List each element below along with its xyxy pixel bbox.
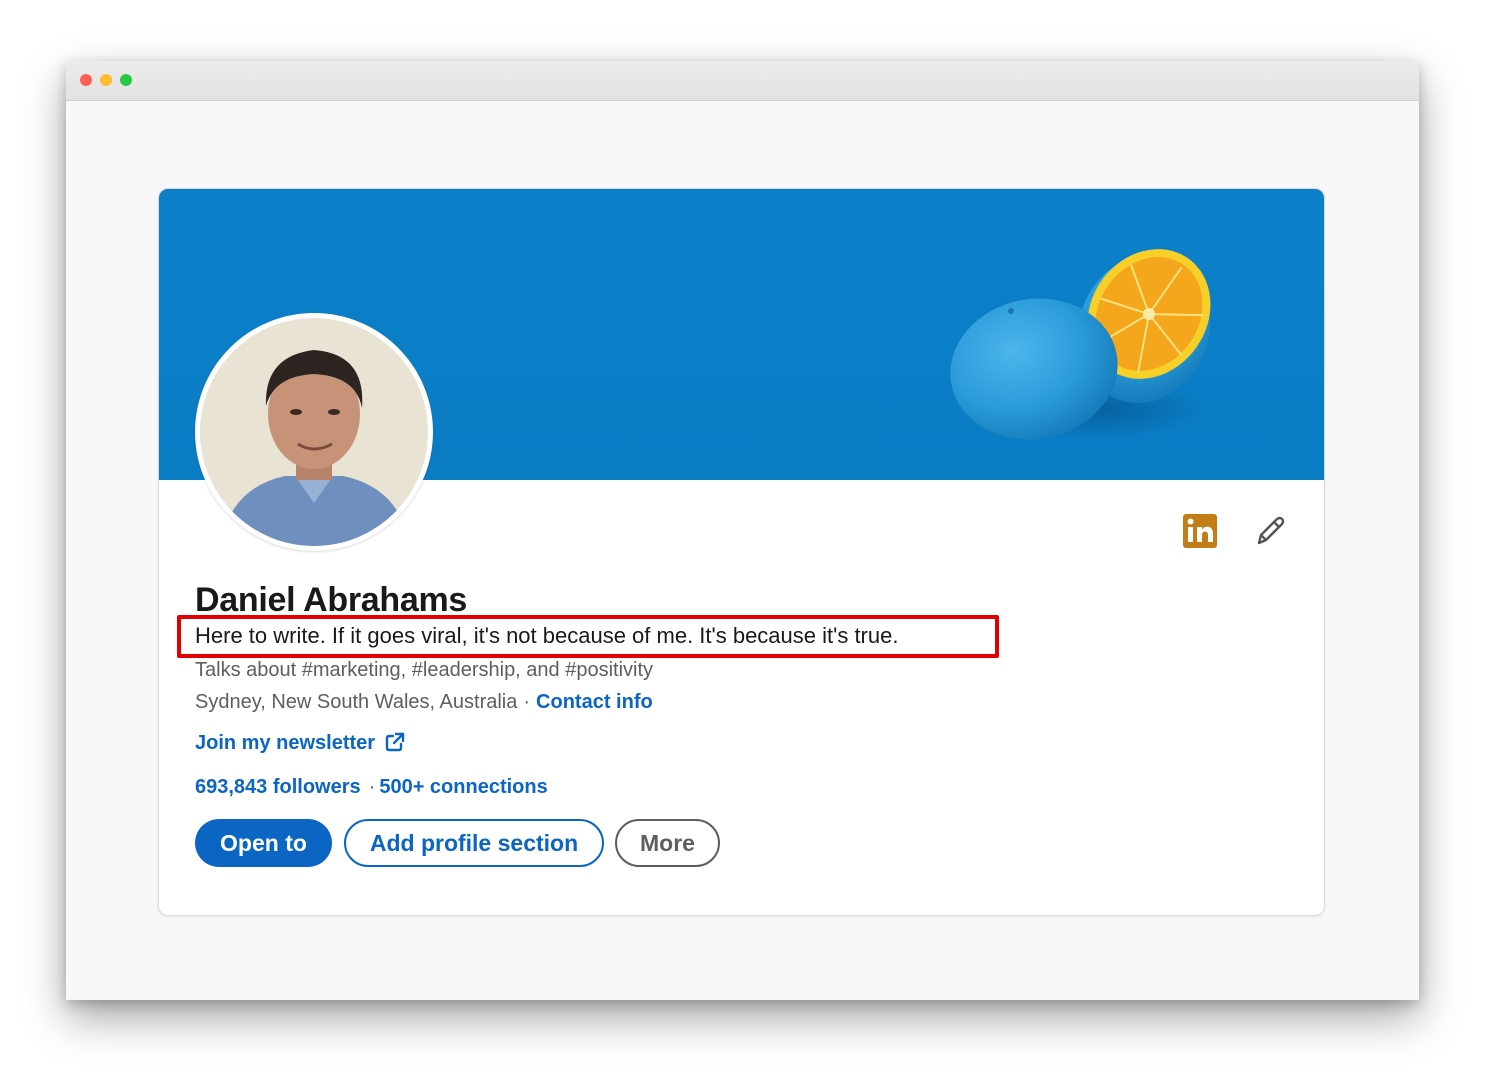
profile-stats-row: 693,843 followers · 500+ connections (195, 776, 548, 799)
connections-link[interactable]: 500+ connections (379, 776, 547, 798)
minimize-window-button[interactable] (100, 74, 112, 86)
open-to-button[interactable]: Open to (195, 819, 332, 867)
avatar-photo (200, 318, 428, 546)
stats-separator: · (368, 776, 376, 798)
profile-avatar[interactable] (195, 313, 433, 551)
talks-about-text: Talks about #marketing, #leadership, and… (195, 659, 654, 681)
external-link-icon[interactable] (385, 732, 405, 758)
close-window-button[interactable] (80, 74, 92, 86)
more-button[interactable]: More (615, 819, 720, 867)
profile-headline: Here to write. If it goes viral, it's no… (195, 623, 899, 648)
profile-card: Daniel Abrahams Here to write. If it goe… (158, 188, 1325, 916)
maximize-window-button[interactable] (120, 74, 132, 86)
location-separator: · (523, 691, 531, 713)
newsletter-link[interactable]: Join my newsletter (195, 732, 375, 754)
profile-location-row: Sydney, New South Wales, Australia · Conta… (195, 691, 653, 714)
browser-window: Daniel Abrahams Here to write. If it goe… (66, 61, 1419, 1000)
window-titlebar (66, 61, 1419, 101)
newsletter-row: Join my newsletter (195, 732, 405, 758)
location-text: Sydney, New South Wales, Australia (195, 691, 518, 713)
contact-info-link[interactable]: Contact info (536, 691, 653, 713)
linkedin-icon[interactable] (1183, 514, 1217, 548)
followers-link[interactable]: 693,843 followers (195, 776, 361, 798)
add-profile-section-button[interactable]: Add profile section (344, 819, 604, 867)
pencil-icon[interactable] (1253, 514, 1287, 548)
